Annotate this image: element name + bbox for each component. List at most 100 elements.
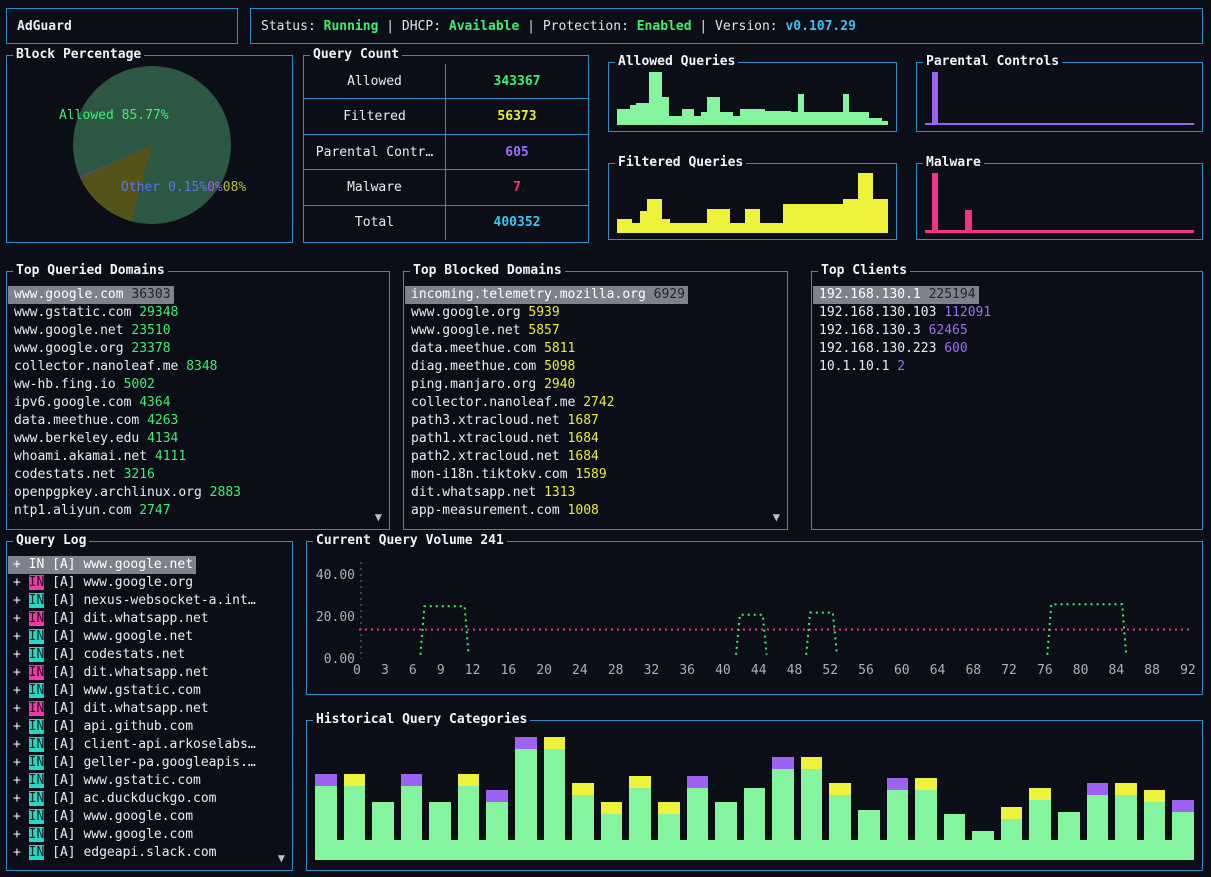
client-list-item[interactable]: 192.168.130.3 62465 xyxy=(813,322,1201,340)
domain-list-item[interactable]: data.meethue.com 4263 xyxy=(8,412,388,430)
other-label: Other 0.15% xyxy=(121,180,207,195)
domain-count: 5939 xyxy=(528,305,559,320)
domain-list-item[interactable]: www.google.net 5857 xyxy=(405,322,786,340)
query-log-item[interactable]: + IN [A] nexus-websocket-a.int… xyxy=(8,592,291,610)
historical-bar xyxy=(858,737,880,860)
domain-list-item[interactable]: www.google.net 23510 xyxy=(8,322,388,340)
query-log-item[interactable]: + IN [A] www.gstatic.com xyxy=(8,682,291,700)
query-log-item[interactable]: + IN [A] codestats.net xyxy=(8,646,291,664)
separator: | xyxy=(386,19,394,34)
domain-text: path3.xtracloud.net xyxy=(411,413,560,428)
domain-list-item[interactable]: data.meethue.com 5811 xyxy=(405,340,786,358)
filtered-tail-label: 08% xyxy=(223,180,246,195)
query-log-item[interactable]: + IN [A] dit.whatsapp.net xyxy=(8,700,291,718)
domain-text: path2.xtracloud.net xyxy=(411,449,560,464)
query-log-item[interactable]: + IN [A] api.github.com xyxy=(8,718,291,736)
log-domain: nexus-websocket-a.int… xyxy=(83,593,255,608)
historical-bar xyxy=(1087,737,1109,860)
domain-list-item[interactable]: dit.whatsapp.net 1313 xyxy=(405,484,786,502)
domain-count: 1589 xyxy=(575,467,606,482)
query-log-item[interactable]: + IN [A] www.google.com xyxy=(8,808,291,826)
client-ip: 192.168.130.103 xyxy=(819,305,936,320)
record-class-badge: IN xyxy=(29,575,45,590)
domain-list-item[interactable]: ipv6.google.com 4364 xyxy=(8,394,388,412)
record-type: [A] xyxy=(52,611,75,626)
scroll-down-indicator[interactable]: ▼ xyxy=(375,510,382,524)
domain-list-item[interactable]: path1.xtracloud.net 1684 xyxy=(405,430,786,448)
domain-list-item[interactable]: www.google.org 23378 xyxy=(8,340,388,358)
query-log-item[interactable]: + IN [A] dit.whatsapp.net xyxy=(8,610,291,628)
query-count-label: Parental Contr… xyxy=(304,135,446,169)
domain-count: 36303 xyxy=(131,287,170,302)
client-list-item[interactable]: 192.168.130.103 112091 xyxy=(813,304,1201,322)
historical-bar xyxy=(629,737,651,860)
query-count-value: 343367 xyxy=(446,64,588,98)
historical-bar xyxy=(944,737,966,860)
record-type: [A] xyxy=(52,827,75,842)
domain-list-item[interactable]: ntp1.aliyun.com 2747 xyxy=(8,502,388,520)
panel-title: Top Blocked Domains xyxy=(410,263,565,278)
record-class-badge: IN xyxy=(29,593,45,608)
log-domain: dit.whatsapp.net xyxy=(83,611,208,626)
domain-list-item[interactable]: whoami.akamai.net 4111 xyxy=(8,448,388,466)
separator: | xyxy=(699,19,707,34)
domain-text: www.google.org xyxy=(14,341,124,356)
historical-bar xyxy=(1058,737,1080,860)
top-clients-list: 192.168.130.1 225194192.168.130.103 1120… xyxy=(813,286,1201,525)
domain-text: www.berkeley.edu xyxy=(14,431,139,446)
query-log-item[interactable]: + IN [A] dit.whatsapp.net xyxy=(8,664,291,682)
query-log-item[interactable]: + IN [A] www.google.com xyxy=(8,826,291,844)
domain-list-item[interactable]: app-measurement.com 1008 xyxy=(405,502,786,520)
domain-list-item[interactable]: diag.meethue.com 5098 xyxy=(405,358,786,376)
domain-list-item[interactable]: www.google.com 36303 xyxy=(8,286,174,304)
historical-categories-panel: Historical Query Categories xyxy=(306,720,1203,871)
domain-list-item[interactable]: collector.nanoleaf.me 8348 xyxy=(8,358,388,376)
domain-list-item[interactable]: collector.nanoleaf.me 2742 xyxy=(405,394,786,412)
panel-title: Top Clients xyxy=(818,263,910,278)
block-percentage-pie-chart xyxy=(73,66,231,224)
domain-list-item[interactable]: www.gstatic.com 29348 xyxy=(8,304,388,322)
query-log-item[interactable]: + IN [A] ac.duckduckgo.com xyxy=(8,790,291,808)
domain-list-item[interactable]: www.google.org 5939 xyxy=(405,304,786,322)
block-percentage-panel: Block Percentage Allowed 85.77% Other 0.… xyxy=(6,55,293,243)
domain-list-item[interactable]: openpgpkey.archlinux.org 2883 xyxy=(8,484,388,502)
domain-list-item[interactable]: path2.xtracloud.net 1684 xyxy=(405,448,786,466)
scroll-down-indicator[interactable]: ▼ xyxy=(773,510,780,524)
query-log-item[interactable]: + IN [A] www.google.org xyxy=(8,574,291,592)
query-log-item[interactable]: + IN [A] www.gstatic.com xyxy=(8,772,291,790)
scroll-down-indicator[interactable]: ▼ xyxy=(278,851,285,865)
historical-bar xyxy=(372,737,394,860)
log-domain: api.github.com xyxy=(83,719,193,734)
domain-list-item[interactable]: mon-i18n.tiktokv.com 1589 xyxy=(405,466,786,484)
top-blocked-list: incoming.telemetry.mozilla.org 6929www.g… xyxy=(405,286,786,525)
domain-list-item[interactable]: ping.manjaro.org 2940 xyxy=(405,376,786,394)
x-tick: 68 xyxy=(965,663,981,678)
query-count-row: Allowed 343367 xyxy=(304,64,588,98)
panel-title: Historical Query Categories xyxy=(313,712,530,727)
query-log-item[interactable]: + IN [A] www.google.net xyxy=(8,628,291,646)
query-log-item[interactable]: + IN [A] client-api.arkoselabs… xyxy=(8,736,291,754)
historical-bar xyxy=(544,737,566,860)
query-log-item[interactable]: + IN [A] geller-pa.googleapis.… xyxy=(8,754,291,772)
query-count-value: 400352 xyxy=(446,206,588,240)
historical-bar xyxy=(515,737,537,860)
query-log-item[interactable]: + IN [A] edgeapi.slack.com xyxy=(8,844,291,862)
domain-list-item[interactable]: ww-hb.fing.io 5002 xyxy=(8,376,388,394)
client-list-item[interactable]: 192.168.130.1 225194 xyxy=(813,286,979,304)
domain-list-item[interactable]: path3.xtracloud.net 1687 xyxy=(405,412,786,430)
client-count: 225194 xyxy=(929,287,976,302)
domain-list-item[interactable]: codestats.net 3216 xyxy=(8,466,388,484)
domain-list-item[interactable]: incoming.telemetry.mozilla.org 6929 xyxy=(405,286,688,304)
query-log-item[interactable]: + IN [A] www.google.net xyxy=(8,556,196,574)
domain-list-item[interactable]: www.berkeley.edu 4134 xyxy=(8,430,388,448)
domain-text: ww-hb.fing.io xyxy=(14,377,116,392)
domain-count: 1684 xyxy=(568,431,599,446)
client-list-item[interactable]: 10.1.10.1 2 xyxy=(813,358,1201,376)
record-type: [A] xyxy=(52,629,75,644)
status-bar: Status: Running | DHCP: Available | Prot… xyxy=(250,8,1203,44)
domain-text: www.google.net xyxy=(411,323,521,338)
domain-count: 2883 xyxy=(210,485,241,500)
historical-bar xyxy=(658,737,680,860)
client-list-item[interactable]: 192.168.130.223 600 xyxy=(813,340,1201,358)
client-ip: 192.168.130.223 xyxy=(819,341,936,356)
